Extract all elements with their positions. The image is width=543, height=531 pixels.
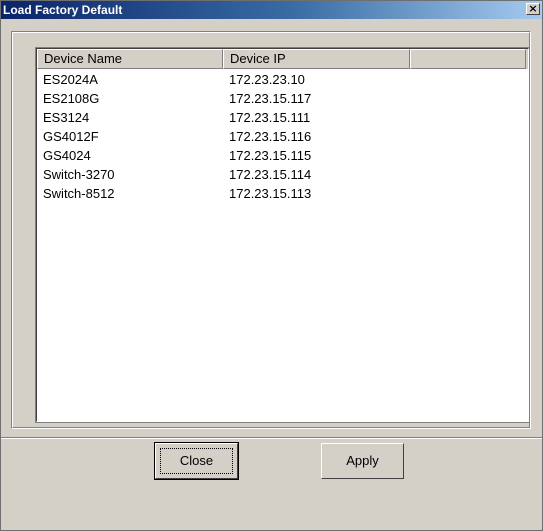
column-header-empty[interactable] [410,49,526,69]
apply-button[interactable]: Apply [321,443,404,479]
load-factory-default-dialog: Load Factory Default × Device Name Devic… [0,0,543,531]
table-row[interactable]: ES2024A 172.23.23.10 [37,70,528,89]
device-table[interactable]: Device Name Device IP ES2024A 172.23.23.… [35,47,530,423]
window-title: Load Factory Default [3,3,123,17]
device-name-cell: ES2108G [43,91,100,106]
title-bar[interactable]: Load Factory Default × [1,1,542,19]
device-name-cell: GS4012F [43,129,99,144]
device-name-cell: ES2024A [43,72,98,87]
table-row[interactable]: Switch-3270 172.23.15.114 [37,165,528,184]
table-row[interactable]: GS4024 172.23.15.115 [37,146,528,165]
device-ip-cell: 172.23.23.10 [229,72,305,87]
divider [1,437,542,439]
close-button[interactable]: Close [154,442,239,480]
table-header: Device Name Device IP [37,49,528,69]
table-row[interactable]: ES2108G 172.23.15.117 [37,89,528,108]
table-body: ES2024A 172.23.23.10 ES2108G 172.23.15.1… [37,70,528,203]
apply-button-label: Apply [346,453,379,468]
device-ip-cell: 172.23.15.111 [229,110,311,125]
device-name-cell: Switch-3270 [43,167,115,182]
table-row[interactable]: ES3124 172.23.15.111 [37,108,528,127]
device-ip-cell: 172.23.15.114 [229,167,312,182]
device-ip-cell: 172.23.15.115 [229,148,312,163]
focus-rectangle [160,448,233,474]
device-name-cell: Switch-8512 [43,186,115,201]
device-name-cell: ES3124 [43,110,90,125]
device-name-cell: GS4024 [43,148,91,163]
device-ip-cell: 172.23.15.113 [229,186,312,201]
close-icon[interactable]: × [526,3,540,15]
device-ip-cell: 172.23.15.116 [229,129,312,144]
table-row[interactable]: GS4012F 172.23.15.116 [37,127,528,146]
column-header-device-name[interactable]: Device Name [37,49,223,69]
table-row[interactable]: Switch-8512 172.23.15.113 [37,184,528,203]
device-ip-cell: 172.23.15.117 [229,91,312,106]
column-header-device-ip[interactable]: Device IP [223,49,410,69]
